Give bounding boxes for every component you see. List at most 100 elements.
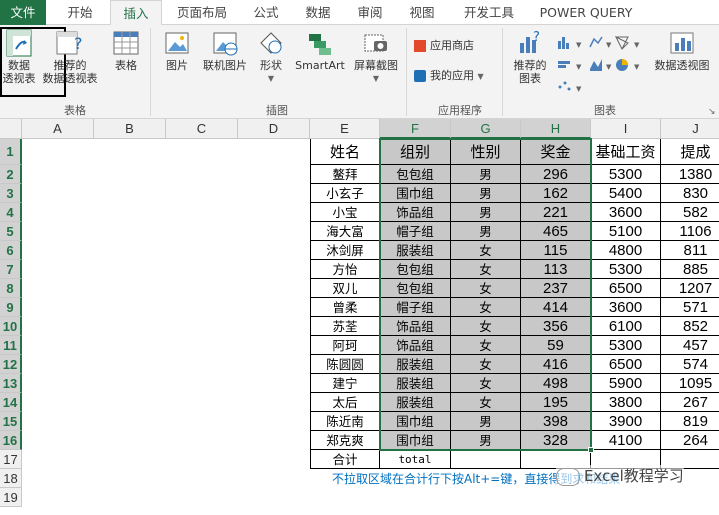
row-header-11[interactable]: 11 — [0, 336, 22, 355]
table-row-cell[interactable]: 5300 — [591, 260, 661, 279]
cell[interactable] — [166, 165, 238, 184]
cell[interactable] — [238, 222, 310, 241]
cell[interactable] — [166, 450, 238, 469]
row-header-17[interactable]: 17 — [0, 450, 22, 469]
shapes-button[interactable]: 形状 ▼ — [254, 29, 288, 85]
table-row-cell[interactable]: 830 — [661, 184, 719, 203]
fill-handle[interactable] — [588, 447, 594, 453]
cell[interactable] — [22, 184, 94, 203]
cell[interactable] — [22, 279, 94, 298]
row-header-9[interactable]: 9 — [0, 298, 22, 317]
table-header-cell[interactable]: 基础工资 — [591, 139, 661, 165]
cell[interactable] — [22, 412, 94, 431]
row-header-4[interactable]: 4 — [0, 203, 22, 222]
table-row-cell[interactable]: 太后 — [310, 393, 380, 412]
cell[interactable] — [94, 165, 166, 184]
cell[interactable] — [94, 298, 166, 317]
row-header-14[interactable]: 14 — [0, 393, 22, 412]
cell[interactable] — [22, 165, 94, 184]
table-row-cell[interactable]: 5900 — [591, 374, 661, 393]
cell[interactable] — [521, 488, 591, 507]
cell[interactable] — [238, 450, 310, 469]
row-header-18[interactable]: 18 — [0, 469, 22, 488]
table-row-cell[interactable]: 582 — [661, 203, 719, 222]
online-picture-button[interactable]: 联机图片 — [198, 29, 252, 72]
cell[interactable] — [22, 203, 94, 222]
row-header-16[interactable]: 16 — [0, 431, 22, 450]
row-header-15[interactable]: 15 — [0, 412, 22, 431]
table-row-cell[interactable]: 3800 — [591, 393, 661, 412]
table-row-cell[interactable]: 5300 — [591, 336, 661, 355]
cell[interactable] — [94, 450, 166, 469]
table-row-cell[interactable]: 852 — [661, 317, 719, 336]
cell[interactable] — [238, 431, 310, 450]
screenshot-button[interactable]: 屏幕截图 ▼ — [348, 29, 404, 85]
row-header-2[interactable]: 2 — [0, 165, 22, 184]
table-row-cell[interactable]: 5100 — [591, 222, 661, 241]
cell[interactable] — [238, 165, 310, 184]
total-value-cell[interactable]: total — [380, 450, 451, 469]
cell[interactable] — [238, 412, 310, 431]
cell[interactable] — [166, 222, 238, 241]
cell[interactable] — [22, 241, 94, 260]
cell[interactable] — [94, 336, 166, 355]
cell[interactable] — [22, 450, 94, 469]
table-row-cell[interactable]: 小宝 — [310, 203, 380, 222]
cell[interactable] — [94, 412, 166, 431]
pivot-chart-button[interactable]: 数据透视图 — [648, 29, 716, 72]
cell[interactable] — [166, 241, 238, 260]
cell[interactable] — [166, 374, 238, 393]
cell[interactable] — [238, 488, 310, 507]
table-row-cell[interactable]: 苏荃 — [310, 317, 380, 336]
table-row-cell[interactable]: 海大富 — [310, 222, 380, 241]
table-row-cell[interactable]: 阿珂 — [310, 336, 380, 355]
cell[interactable] — [166, 488, 238, 507]
table-row-cell[interactable]: 885 — [661, 260, 719, 279]
table-row-cell[interactable]: 574 — [661, 355, 719, 374]
tab-developer[interactable]: 开发工具 — [456, 0, 522, 25]
table-button[interactable]: 表格 — [108, 29, 144, 72]
column-header-C[interactable]: C — [166, 119, 238, 139]
my-apps-button[interactable]: 我的应用 ▼ — [414, 67, 484, 85]
cell[interactable] — [166, 298, 238, 317]
cell[interactable] — [238, 184, 310, 203]
cell[interactable] — [166, 279, 238, 298]
table-row-cell[interactable]: 3600 — [591, 203, 661, 222]
table-row-cell[interactable]: 5400 — [591, 184, 661, 203]
row-header-12[interactable]: 12 — [0, 355, 22, 374]
table-header-cell[interactable]: 姓名 — [310, 139, 380, 165]
recommended-pivot-button[interactable]: ? 推荐的 数据透视表 — [40, 29, 100, 85]
cell[interactable] — [22, 260, 94, 279]
table-row-cell[interactable]: 陈近南 — [310, 412, 380, 431]
column-header-H[interactable]: H — [521, 119, 591, 139]
table-row-cell[interactable]: 457 — [661, 336, 719, 355]
app-store-button[interactable]: 应用商店 — [414, 37, 474, 55]
table-row-cell[interactable]: 6500 — [591, 279, 661, 298]
table-row-cell[interactable]: 鳌拜 — [310, 165, 380, 184]
column-header-A[interactable]: A — [22, 119, 94, 139]
cell[interactable] — [166, 355, 238, 374]
cell[interactable] — [94, 374, 166, 393]
cell[interactable] — [380, 488, 451, 507]
column-header-I[interactable]: I — [591, 119, 661, 139]
column-header-G[interactable]: G — [451, 119, 521, 139]
table-row-cell[interactable]: 264 — [661, 431, 719, 450]
cell[interactable] — [166, 336, 238, 355]
cell[interactable] — [22, 139, 94, 165]
cell[interactable] — [22, 488, 94, 507]
cell[interactable] — [238, 317, 310, 336]
cell[interactable] — [94, 279, 166, 298]
table-row-cell[interactable]: 6500 — [591, 355, 661, 374]
cell[interactable] — [166, 393, 238, 412]
cell[interactable] — [166, 469, 238, 488]
cell[interactable] — [238, 203, 310, 222]
tab-file[interactable]: 文件 — [0, 0, 46, 25]
table-row-cell[interactable]: 819 — [661, 412, 719, 431]
column-header-F[interactable]: F — [380, 119, 451, 139]
cell[interactable] — [238, 139, 310, 165]
select-all-corner[interactable] — [0, 119, 22, 139]
cell[interactable] — [22, 317, 94, 336]
table-row-cell[interactable]: 571 — [661, 298, 719, 317]
cell[interactable] — [94, 184, 166, 203]
row-header-1[interactable]: 1 — [0, 139, 22, 165]
